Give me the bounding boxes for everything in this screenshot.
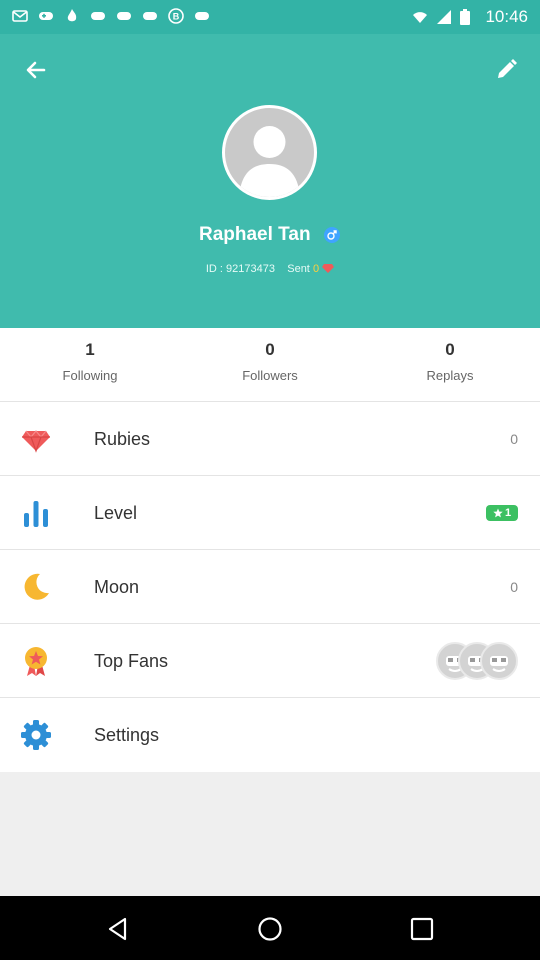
avatar[interactable] <box>222 105 317 200</box>
stat-value: 0 <box>265 340 275 359</box>
ruby-icon <box>322 262 335 274</box>
menu-item-rubies[interactable]: Rubies 0 <box>0 402 540 476</box>
profile-header: Raphael Tan ID : 92173473 Sent 0 <box>0 34 540 328</box>
moon-icon <box>24 573 49 600</box>
menu-label: Settings <box>94 725 160 745</box>
menu-item-level[interactable]: Level 1 <box>0 476 540 550</box>
system-icons <box>412 9 470 25</box>
stat-label: Following <box>62 368 118 383</box>
top-fans-avatars <box>436 642 520 680</box>
menu-label: Rubies <box>94 429 151 449</box>
menu-item-moon[interactable]: Moon 0 <box>0 550 540 624</box>
system-navigation-bar <box>0 896 540 960</box>
menu-item-top-fans[interactable]: Top Fans <box>0 624 540 698</box>
gamepad-icon <box>195 12 209 20</box>
bar-chart-icon <box>24 501 48 527</box>
medal-icon <box>25 647 47 676</box>
status-bar: B 10:46 <box>0 0 540 34</box>
gamepad-icon <box>39 12 53 20</box>
notification-icons: B <box>12 8 210 24</box>
gear-icon <box>21 720 51 750</box>
nav-recents-icon[interactable] <box>409 916 435 942</box>
male-icon <box>323 226 341 244</box>
profile-id-row: ID : 92173473 Sent 0 <box>0 262 540 275</box>
rubies-count: 0 <box>510 431 518 447</box>
stat-value: 0 <box>445 340 455 359</box>
mail-icon <box>12 10 28 22</box>
stat-following[interactable]: 1 Following <box>0 340 180 383</box>
menu-label: Moon <box>94 577 140 597</box>
ruby-icon <box>22 430 50 453</box>
menu-item-settings[interactable]: Settings <box>0 698 540 772</box>
level-badge: 1 <box>486 505 518 521</box>
back-button[interactable] <box>18 52 54 88</box>
star-icon <box>493 508 503 518</box>
battery-icon <box>460 9 470 25</box>
status-time: 10:46 <box>485 7 528 26</box>
id-value: 92173473 <box>226 263 275 275</box>
menu-label: Level <box>94 503 138 523</box>
stat-label: Replays <box>426 368 474 383</box>
wifi-icon <box>413 12 427 23</box>
profile-menu: Rubies 0 Level 1 Moon 0 Top Fans Setting… <box>0 402 540 772</box>
edit-profile-button[interactable] <box>488 52 524 88</box>
arrow-left-icon <box>26 61 46 79</box>
level-value: 1 <box>504 507 512 519</box>
menu-label: Top Fans <box>94 651 169 671</box>
stat-value: 1 <box>85 340 95 359</box>
gamepad-icon <box>143 12 157 20</box>
gamepad-icon <box>91 12 105 20</box>
stats-row: 1 Following 0 Followers 0 Replays <box>0 328 540 402</box>
sent-count: 0 <box>312 263 320 275</box>
sent-label: Sent <box>287 263 310 275</box>
id-label: ID : <box>205 263 223 275</box>
fan-avatar <box>480 642 518 680</box>
moon-count: 0 <box>510 579 518 595</box>
nav-back-icon[interactable] <box>105 916 131 942</box>
profile-name-row: Raphael Tan <box>0 224 540 246</box>
pencil-icon <box>498 59 517 78</box>
signal-icon <box>437 10 451 24</box>
stat-label: Followers <box>242 368 298 383</box>
nav-home-icon[interactable] <box>257 916 283 942</box>
gamepad-icon <box>117 12 131 20</box>
b-circle-icon: B <box>168 8 184 24</box>
stat-followers[interactable]: 0 Followers <box>180 340 360 383</box>
profile-name: Raphael Tan <box>198 224 311 245</box>
svg-text:B: B <box>173 12 180 22</box>
user-silhouette-icon <box>239 126 300 197</box>
stat-replays[interactable]: 0 Replays <box>360 340 540 383</box>
flame-icon <box>67 9 77 22</box>
